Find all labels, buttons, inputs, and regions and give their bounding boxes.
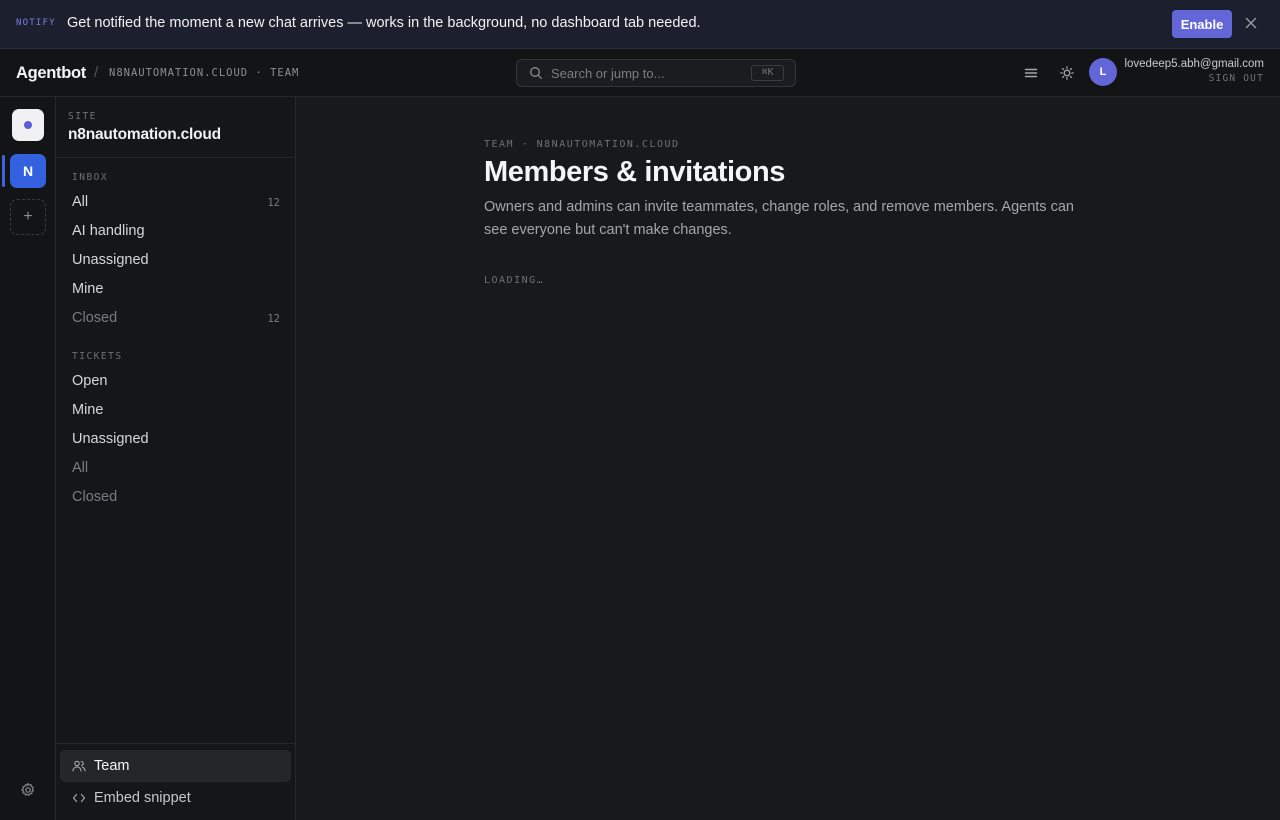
workspace-rail: N + [0, 97, 56, 820]
code-icon [72, 791, 86, 805]
sidebar-item-label: Unassigned [72, 252, 149, 268]
add-workspace-button[interactable]: + [10, 199, 46, 235]
user-email: lovedeep5.abh@gmail.com [1124, 58, 1264, 70]
menu-icon[interactable] [1023, 65, 1039, 81]
inbox-section-label: INBOX [72, 172, 109, 183]
avatar[interactable]: L [1089, 58, 1117, 86]
sidebar-item-label: All [72, 460, 89, 476]
sign-out-link[interactable]: SIGN OUT [1209, 73, 1264, 84]
main-content: TEAM · N8NAUTOMATION.CLOUD Members & inv… [296, 97, 1280, 820]
loading-indicator: LOADING… [484, 275, 545, 286]
sidebar-item-tickets-closed[interactable]: Closed [72, 486, 280, 510]
workspace-button[interactable]: N [10, 154, 46, 188]
page-eyebrow: TEAM · N8NAUTOMATION.CLOUD [484, 139, 680, 150]
tickets-section-label: TICKETS [72, 351, 123, 362]
top-header: Agentbot / N8NAUTOMATION.CLOUD · TEAM Se… [0, 49, 1280, 97]
count-badge: 12 [267, 197, 280, 209]
sidebar-item-inbox-unassigned[interactable]: Unassigned [72, 249, 280, 273]
site-label: SITE [68, 111, 97, 122]
page-description: Owners and admins can invite teammates, … [484, 199, 1074, 238]
sidebar-item-inbox-closed[interactable]: Closed 12 [72, 307, 280, 331]
gear-icon[interactable] [20, 782, 36, 798]
sidebar-item-team[interactable]: Team [60, 750, 291, 782]
sidebar-item-ai-handling[interactable]: AI handling [72, 220, 280, 244]
sidebar-item-label: Closed [72, 310, 118, 326]
search-shortcut: ⌘K [751, 65, 784, 81]
sidebar-item-label: Team [94, 758, 130, 774]
sidebar-item-tickets-unassigned[interactable]: Unassigned [72, 428, 280, 452]
count-badge: 12 [267, 313, 280, 325]
active-workspace-indicator [2, 155, 5, 187]
users-icon [72, 759, 86, 773]
logo-dot-icon [24, 121, 32, 129]
sidebar-item-label: Embed snippet [94, 790, 191, 806]
sun-icon[interactable] [1059, 65, 1075, 81]
notify-tag: NOTIFY [16, 18, 56, 28]
breadcrumb-separator: / [94, 64, 99, 81]
sidebar: SITE n8nautomation.cloud INBOX All 12 AI… [56, 97, 296, 820]
sidebar-item-tickets-open[interactable]: Open [72, 370, 280, 394]
sidebar-item-label: All [72, 194, 89, 210]
sidebar-item-tickets-all[interactable]: All [72, 457, 280, 481]
sidebar-item-label: Mine [72, 402, 104, 418]
sidebar-item-label: Unassigned [72, 431, 149, 447]
notification-banner: NOTIFY Get notified the moment a new cha… [0, 0, 1280, 49]
site-name[interactable]: n8nautomation.cloud [68, 126, 221, 144]
sidebar-item-embed-snippet[interactable]: Embed snippet [60, 782, 291, 814]
app-logo[interactable] [12, 109, 44, 141]
sidebar-item-label: AI handling [72, 223, 145, 239]
banner-message: Get notified the moment a new chat arriv… [67, 15, 701, 31]
page-title: Members & invitations [484, 156, 785, 188]
enable-notifications-button[interactable]: Enable [1172, 10, 1232, 38]
divider [56, 157, 295, 158]
divider [56, 743, 295, 744]
search-placeholder: Search or jump to... [551, 66, 665, 81]
breadcrumb: N8NAUTOMATION.CLOUD · TEAM [109, 67, 300, 79]
brand-logo[interactable]: Agentbot [16, 64, 86, 83]
sidebar-item-label: Open [72, 373, 108, 389]
sidebar-item-tickets-mine[interactable]: Mine [72, 399, 280, 423]
sidebar-item-inbox-mine[interactable]: Mine [72, 278, 280, 302]
search-icon [529, 66, 543, 80]
search-input[interactable]: Search or jump to... ⌘K [516, 59, 796, 87]
close-icon[interactable] [1243, 15, 1259, 31]
sidebar-item-inbox-all[interactable]: All 12 [72, 191, 280, 215]
sidebar-item-label: Mine [72, 281, 104, 297]
sidebar-item-label: Closed [72, 489, 118, 505]
